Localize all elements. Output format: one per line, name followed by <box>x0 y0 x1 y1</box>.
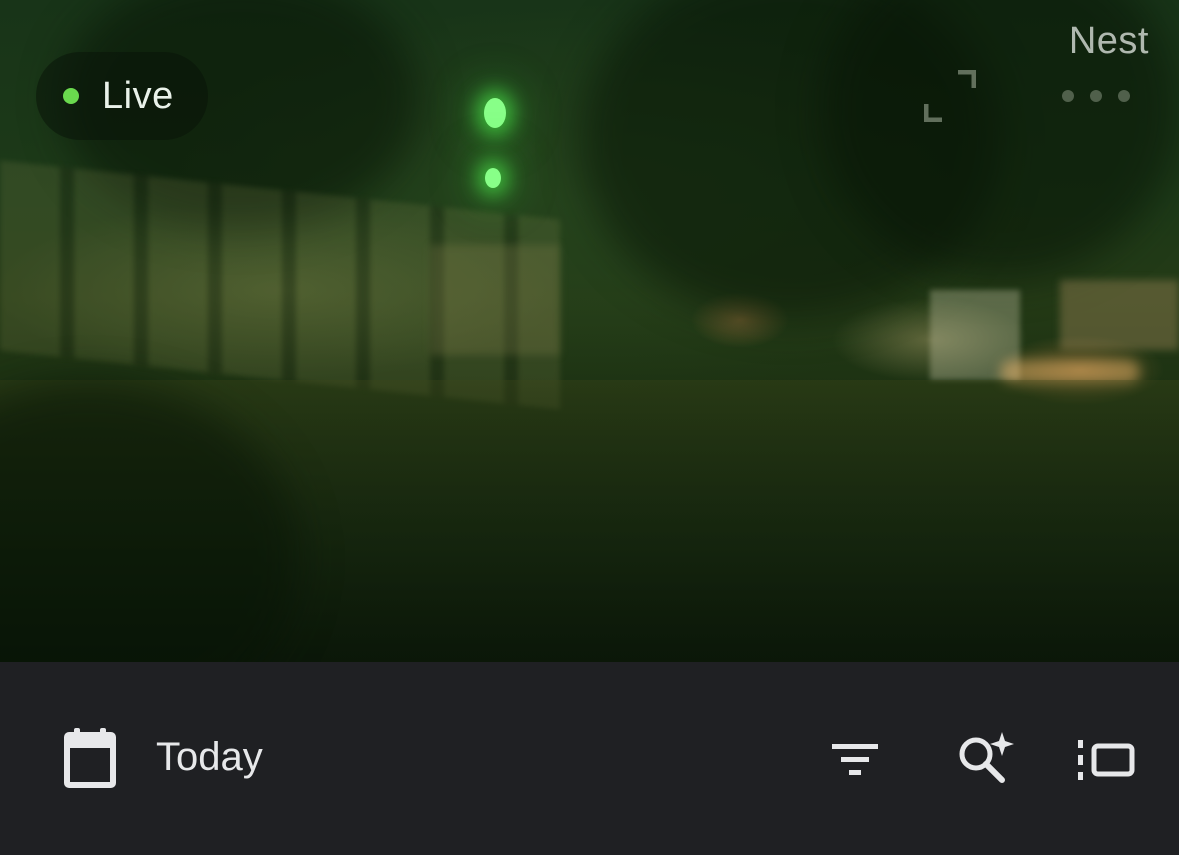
ir-light <box>484 98 506 128</box>
brand-label: Nest <box>1068 20 1149 62</box>
dot <box>1062 90 1074 102</box>
more-icon[interactable] <box>1062 90 1130 102</box>
house <box>1060 280 1179 350</box>
live-status-dot <box>63 88 79 104</box>
view-toggle-icon[interactable] <box>1076 738 1136 782</box>
filter-icon[interactable] <box>830 740 880 780</box>
live-label: Live <box>102 74 174 117</box>
dot <box>1118 90 1130 102</box>
shed <box>430 245 560 355</box>
calendar-icon[interactable] <box>60 728 120 792</box>
dot <box>1090 90 1102 102</box>
ir-light <box>485 168 501 188</box>
fullscreen-icon[interactable] <box>923 69 977 123</box>
live-badge[interactable]: Live <box>36 52 208 140</box>
camera-feed[interactable]: Live Nest <box>0 0 1179 662</box>
smart-search-icon[interactable] <box>956 730 1016 786</box>
date-label[interactable]: Today <box>156 735 263 780</box>
